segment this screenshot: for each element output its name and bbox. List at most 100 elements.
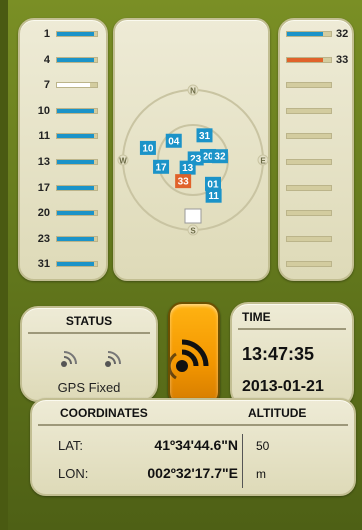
snr-row (286, 181, 354, 195)
snr-row (286, 257, 354, 271)
satellite-prn: 31 (37, 258, 50, 271)
satellite-prn: 33 (336, 53, 349, 66)
latitude-label: LAT: (58, 438, 84, 453)
snr-bar-fill (57, 160, 94, 164)
time-value: 13:47:35 (242, 344, 315, 364)
satellite-prn: 7 (43, 79, 50, 92)
satellite-prn: 11 (38, 130, 50, 143)
satellite-label: 31 (199, 131, 211, 142)
snr-list-right: 32 33 (278, 18, 354, 281)
snr-bar-fill (287, 57, 324, 62)
satellite-signal-icon (105, 351, 121, 367)
snr-row (286, 155, 354, 169)
snr-bar (286, 210, 332, 217)
snr-bar (286, 261, 332, 268)
satellite-prn: 20 (37, 207, 50, 220)
compass-label-n: N (190, 87, 196, 96)
coordinates-panel: COORDINATES ALTITUDE LAT: 41º34'44.6"N L… (30, 398, 356, 496)
snr-bar-fill (57, 211, 94, 216)
satellite-label: 11 (208, 191, 219, 202)
satellite-prn: 32 (336, 28, 349, 40)
satellite-signal-icon (61, 351, 77, 367)
snr-row: 33 (286, 53, 354, 67)
compass-label-s: S (190, 227, 196, 236)
longitude-label: LON: (58, 466, 89, 481)
satellite-prn: 4 (43, 53, 50, 66)
satellite-label: 13 (182, 163, 194, 174)
compass-label-e: E (260, 157, 266, 166)
satellite-prn: 1 (43, 28, 50, 40)
snr-row: 23 (20, 232, 106, 246)
gps-toggle-button[interactable] (167, 302, 220, 406)
snr-row: 4 (20, 53, 106, 67)
sky-view: N E S W 31 04 20 32 10 23 17 13 33 01 11 07 (113, 18, 270, 281)
satellite-label: 10 (142, 143, 154, 154)
satellite-prn: 13 (37, 156, 50, 168)
snr-bar-fill (57, 32, 94, 36)
satellite-label: 01 (207, 179, 219, 190)
snr-row: 20 (20, 206, 106, 220)
snr-row (286, 104, 354, 118)
status-panel: STATUS GPS Fixed (20, 306, 158, 402)
snr-bar (286, 82, 332, 89)
snr-row (286, 232, 354, 246)
snr-row: 11 (20, 129, 106, 143)
snr-row: 13 (20, 155, 106, 169)
snr-bar-fill (57, 108, 94, 113)
satellite-prn: 23 (37, 232, 50, 245)
snr-bar (56, 210, 98, 217)
snr-row (286, 78, 354, 92)
coordinates-title: COORDINATES (60, 406, 148, 420)
snr-bar (56, 133, 98, 140)
longitude-value: 002º32'17.7"E (147, 465, 238, 481)
snr-bar-fill (57, 185, 94, 190)
snr-bar (56, 107, 98, 114)
sky-plot: NESW310420 32102317 1333 011107 (117, 84, 269, 236)
snr-bar (286, 56, 332, 63)
altitude-unit: m (256, 467, 266, 481)
gps-status-text: GPS Fixed (57, 380, 121, 395)
snr-bar (286, 159, 332, 165)
snr-row: 7 (20, 78, 106, 92)
snr-bar-fill (57, 236, 94, 241)
snr-bar-fill (57, 134, 94, 139)
snr-bar (56, 184, 98, 191)
snr-bar-fill (57, 83, 90, 88)
snr-bar (286, 107, 332, 114)
snr-bar (56, 56, 98, 63)
snr-row: 32 (286, 27, 354, 41)
snr-row: 10 (20, 104, 106, 118)
satellite-label: 17 (155, 162, 167, 173)
divider (238, 328, 346, 330)
satellite-label: 04 (168, 136, 180, 147)
snr-bar (56, 31, 98, 37)
date-value: 2013-01-21 (242, 378, 324, 395)
satellite-label: 33 (178, 177, 190, 188)
satellite-label: 07 (187, 212, 199, 223)
snr-row: 1 (20, 27, 106, 41)
snr-bar (286, 184, 332, 191)
snr-bar-fill (57, 262, 94, 267)
altitude-value: 50 (256, 439, 270, 453)
snr-row: 31 (20, 257, 106, 271)
compass-label-w: W (119, 157, 127, 166)
time-title: TIME (242, 310, 271, 324)
time-panel: TIME 13:47:35 2013-01-21 (230, 302, 354, 408)
divider-vertical (242, 434, 243, 488)
snr-bar (56, 261, 98, 268)
snr-bar (56, 82, 98, 89)
snr-list-left: 1 4 7 10 11 13 17 20 23 31 (18, 18, 108, 281)
satellite-label: 32 (214, 152, 226, 163)
gps-signal-icon (167, 339, 209, 380)
snr-row: 17 (20, 181, 106, 195)
snr-bar-fill (57, 57, 94, 62)
snr-bar (56, 159, 98, 165)
divider (38, 424, 348, 426)
satellite-prn: 10 (37, 104, 50, 117)
status-title: STATUS (65, 314, 113, 328)
snr-bar-fill (287, 32, 324, 36)
satellite-prn: 17 (37, 181, 50, 194)
latitude-value: 41º34'44.6"N (154, 437, 238, 453)
divider (28, 332, 150, 334)
snr-bar (286, 31, 332, 37)
